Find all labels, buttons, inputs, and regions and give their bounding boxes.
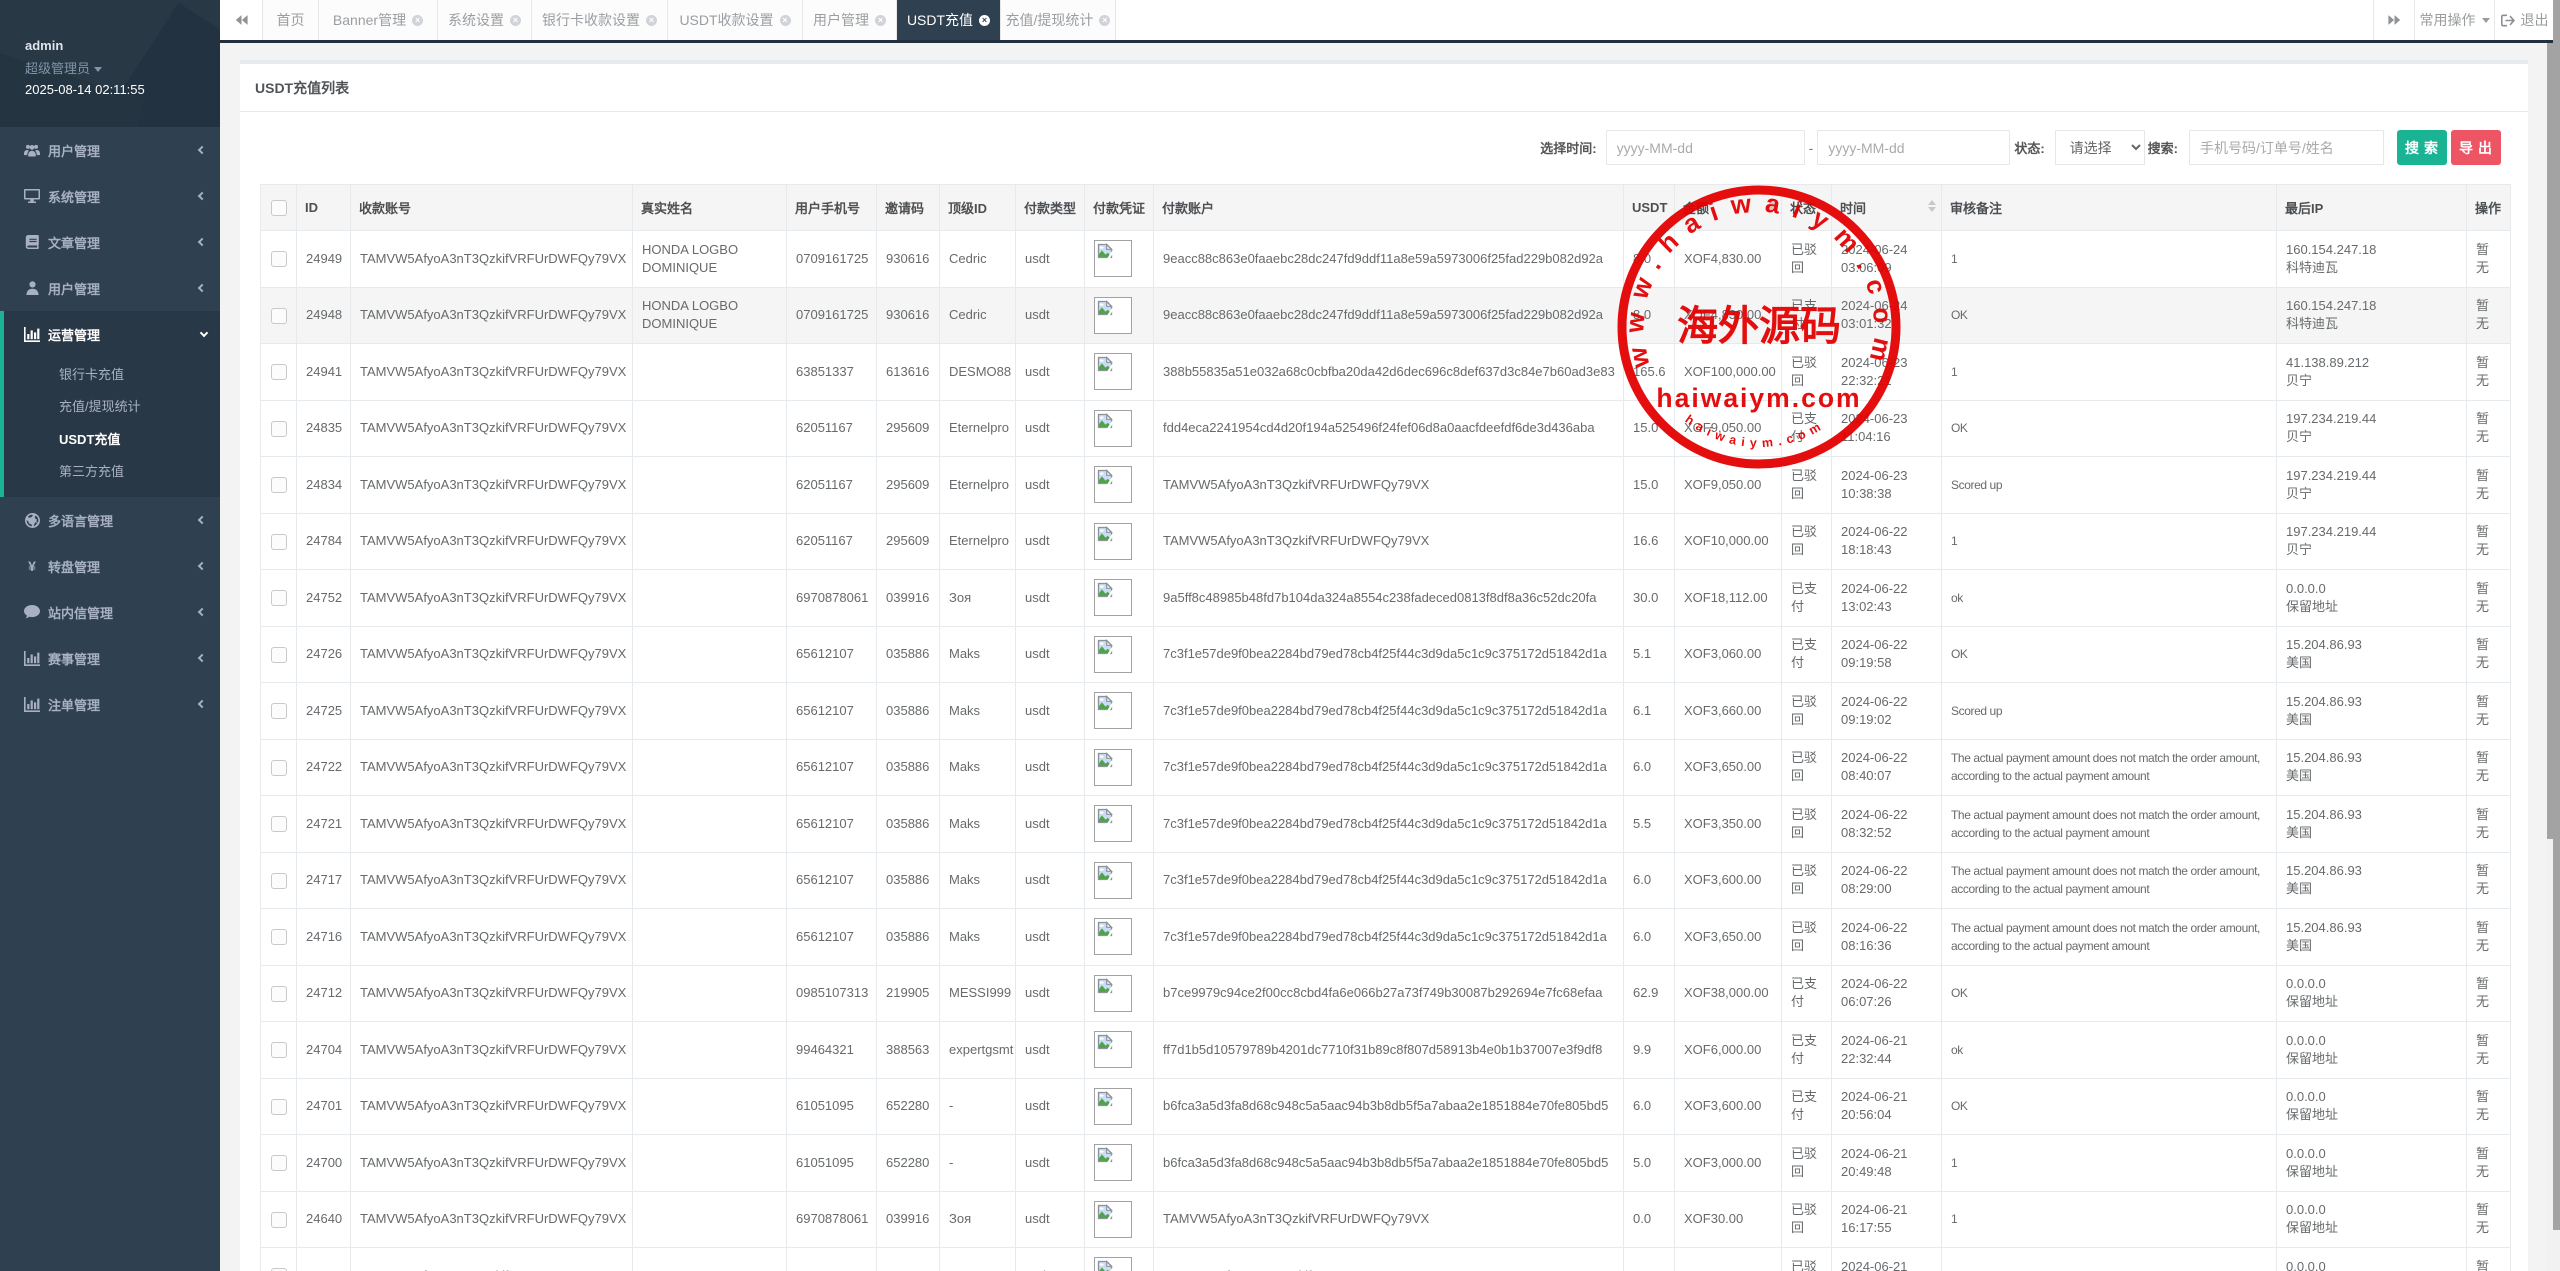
svg-text:海外源码: 海外源码	[1677, 303, 1841, 349]
svg-text:haiwaiym.com: haiwaiym.com	[1682, 412, 1827, 450]
svg-text:haiwaiym.com: haiwaiym.com	[1656, 383, 1861, 413]
